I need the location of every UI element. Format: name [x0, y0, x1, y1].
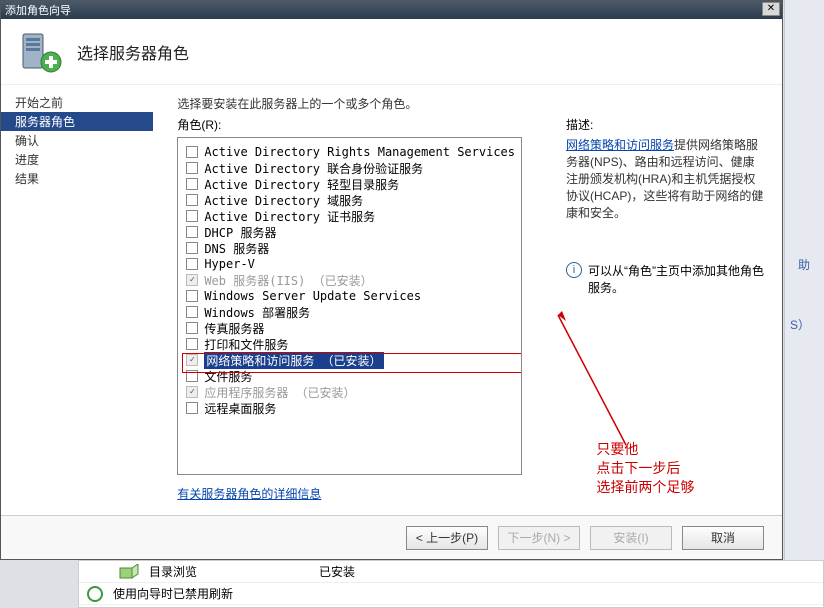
role-label: Active Directory 证书服务 — [204, 208, 375, 225]
role-label: DNS 服务器 — [204, 240, 269, 257]
role-row[interactable]: Active Directory 联合身份验证服务 — [184, 160, 515, 176]
role-checkbox[interactable] — [186, 306, 198, 318]
nav-item[interactable]: 结果 — [1, 169, 153, 188]
role-row[interactable]: Windows Server Update Services — [184, 288, 515, 304]
nav-item[interactable]: 服务器角色 — [1, 112, 153, 131]
role-label: Active Directory Rights Management Servi… — [204, 145, 515, 159]
install-button[interactable]: 安装(I) — [590, 526, 672, 550]
role-label: 打印和文件服务 — [204, 336, 288, 353]
add-role-wizard-dialog: 添加角色向导 ✕ 选择服务器角色 开始之前服务器角色确认进度结果 选择要安装在此… — [0, 0, 783, 560]
role-row[interactable]: 远程桌面服务 — [184, 400, 515, 416]
role-checkbox[interactable] — [186, 210, 198, 222]
role-checkbox — [186, 386, 198, 398]
background-panel: 目录浏览 已安装 使用向导时已禁用刷新 — [78, 560, 824, 608]
hint-text: 可以从“角色”主页中添加其他角色服务。 — [588, 262, 766, 296]
role-checkbox[interactable] — [186, 258, 198, 270]
role-row[interactable]: Hyper-V — [184, 256, 515, 272]
role-label: Active Directory 域服务 — [204, 192, 363, 209]
dialog-header: 选择服务器角色 — [1, 19, 782, 85]
annotation-red-box — [182, 353, 522, 373]
role-checkbox[interactable] — [186, 146, 198, 158]
titlebar: 添加角色向导 ✕ — [1, 1, 782, 19]
role-row[interactable]: 打印和文件服务 — [184, 336, 515, 352]
role-checkbox[interactable] — [186, 338, 198, 350]
service-status: 已安装 — [319, 563, 355, 580]
background-help-fragment: 助 — [798, 256, 810, 273]
prev-button[interactable]: < 上一步(P) — [406, 526, 488, 550]
role-label: Hyper-V — [204, 257, 255, 271]
close-button[interactable]: ✕ — [762, 2, 780, 16]
next-button[interactable]: 下一步(N) > — [498, 526, 580, 550]
wizard-footer: < 上一步(P) 下一步(N) > 安装(I) 取消 — [1, 515, 782, 559]
role-label: Windows Server Update Services — [204, 289, 421, 303]
service-name: 目录浏览 — [149, 563, 309, 580]
role-checkbox[interactable] — [186, 162, 198, 174]
role-checkbox[interactable] — [186, 402, 198, 414]
service-icon — [119, 564, 139, 580]
role-row[interactable]: 应用程序服务器 （已安装） — [184, 384, 515, 400]
role-checkbox[interactable] — [186, 322, 198, 334]
role-checkbox — [186, 274, 198, 286]
annotation-text: 只要他 点击下一步后 选择前两个足够 — [596, 440, 694, 497]
role-row[interactable]: DNS 服务器 — [184, 240, 515, 256]
role-row[interactable]: Active Directory Rights Management Servi… — [184, 144, 515, 160]
background-s-fragment: S） — [790, 316, 810, 333]
window-title: 添加角色向导 — [5, 2, 71, 18]
page-title: 选择服务器角色 — [77, 40, 189, 64]
description-text: 网络策略和访问服务提供网络策略服务器(NPS)、路由和远程访问、健康注册颁发机构… — [566, 137, 766, 222]
nav-item[interactable]: 进度 — [1, 150, 153, 169]
role-label: Web 服务器(IIS) （已安装） — [204, 272, 372, 289]
more-info-link[interactable]: 有关服务器角色的详细信息 — [177, 485, 522, 502]
wizard-icon — [17, 28, 65, 76]
roles-label: 角色(R): — [177, 116, 522, 133]
role-label: DHCP 服务器 — [204, 224, 276, 241]
role-row[interactable]: 传真服务器 — [184, 320, 515, 336]
roles-listbox[interactable]: Active Directory Rights Management Servi… — [177, 137, 522, 475]
role-label: Active Directory 联合身份验证服务 — [204, 160, 423, 177]
role-row[interactable]: DHCP 服务器 — [184, 224, 515, 240]
role-label: 远程桌面服务 — [204, 400, 276, 417]
role-row[interactable]: Active Directory 域服务 — [184, 192, 515, 208]
nav-item[interactable]: 确认 — [1, 131, 153, 150]
role-row[interactable]: Windows 部署服务 — [184, 304, 515, 320]
wizard-nav: 开始之前服务器角色确认进度结果 — [1, 85, 153, 515]
cancel-button[interactable]: 取消 — [682, 526, 764, 550]
refresh-icon — [87, 586, 103, 602]
description-label: 描述: — [566, 116, 766, 133]
content-area: 选择要安装在此服务器上的一个或多个角色。 角色(R): Active Direc… — [153, 85, 782, 515]
role-checkbox[interactable] — [186, 226, 198, 238]
instruction-text: 选择要安装在此服务器上的一个或多个角色。 — [177, 95, 766, 112]
role-checkbox[interactable] — [186, 242, 198, 254]
role-label: Windows 部署服务 — [204, 304, 310, 321]
role-checkbox[interactable] — [186, 178, 198, 190]
role-label: 应用程序服务器 （已安装） — [204, 384, 355, 401]
role-checkbox[interactable] — [186, 194, 198, 206]
role-checkbox[interactable] — [186, 290, 198, 302]
role-row[interactable]: Web 服务器(IIS) （已安装） — [184, 272, 515, 288]
description-link[interactable]: 网络策略和访问服务 — [566, 138, 674, 152]
refresh-disabled-text: 使用向导时已禁用刷新 — [113, 585, 233, 602]
nav-item[interactable]: 开始之前 — [1, 93, 153, 112]
role-label: Active Directory 轻型目录服务 — [204, 176, 399, 193]
role-label: 传真服务器 — [204, 320, 264, 337]
role-row[interactable]: Active Directory 证书服务 — [184, 208, 515, 224]
info-icon: i — [566, 262, 582, 278]
role-row[interactable]: Active Directory 轻型目录服务 — [184, 176, 515, 192]
